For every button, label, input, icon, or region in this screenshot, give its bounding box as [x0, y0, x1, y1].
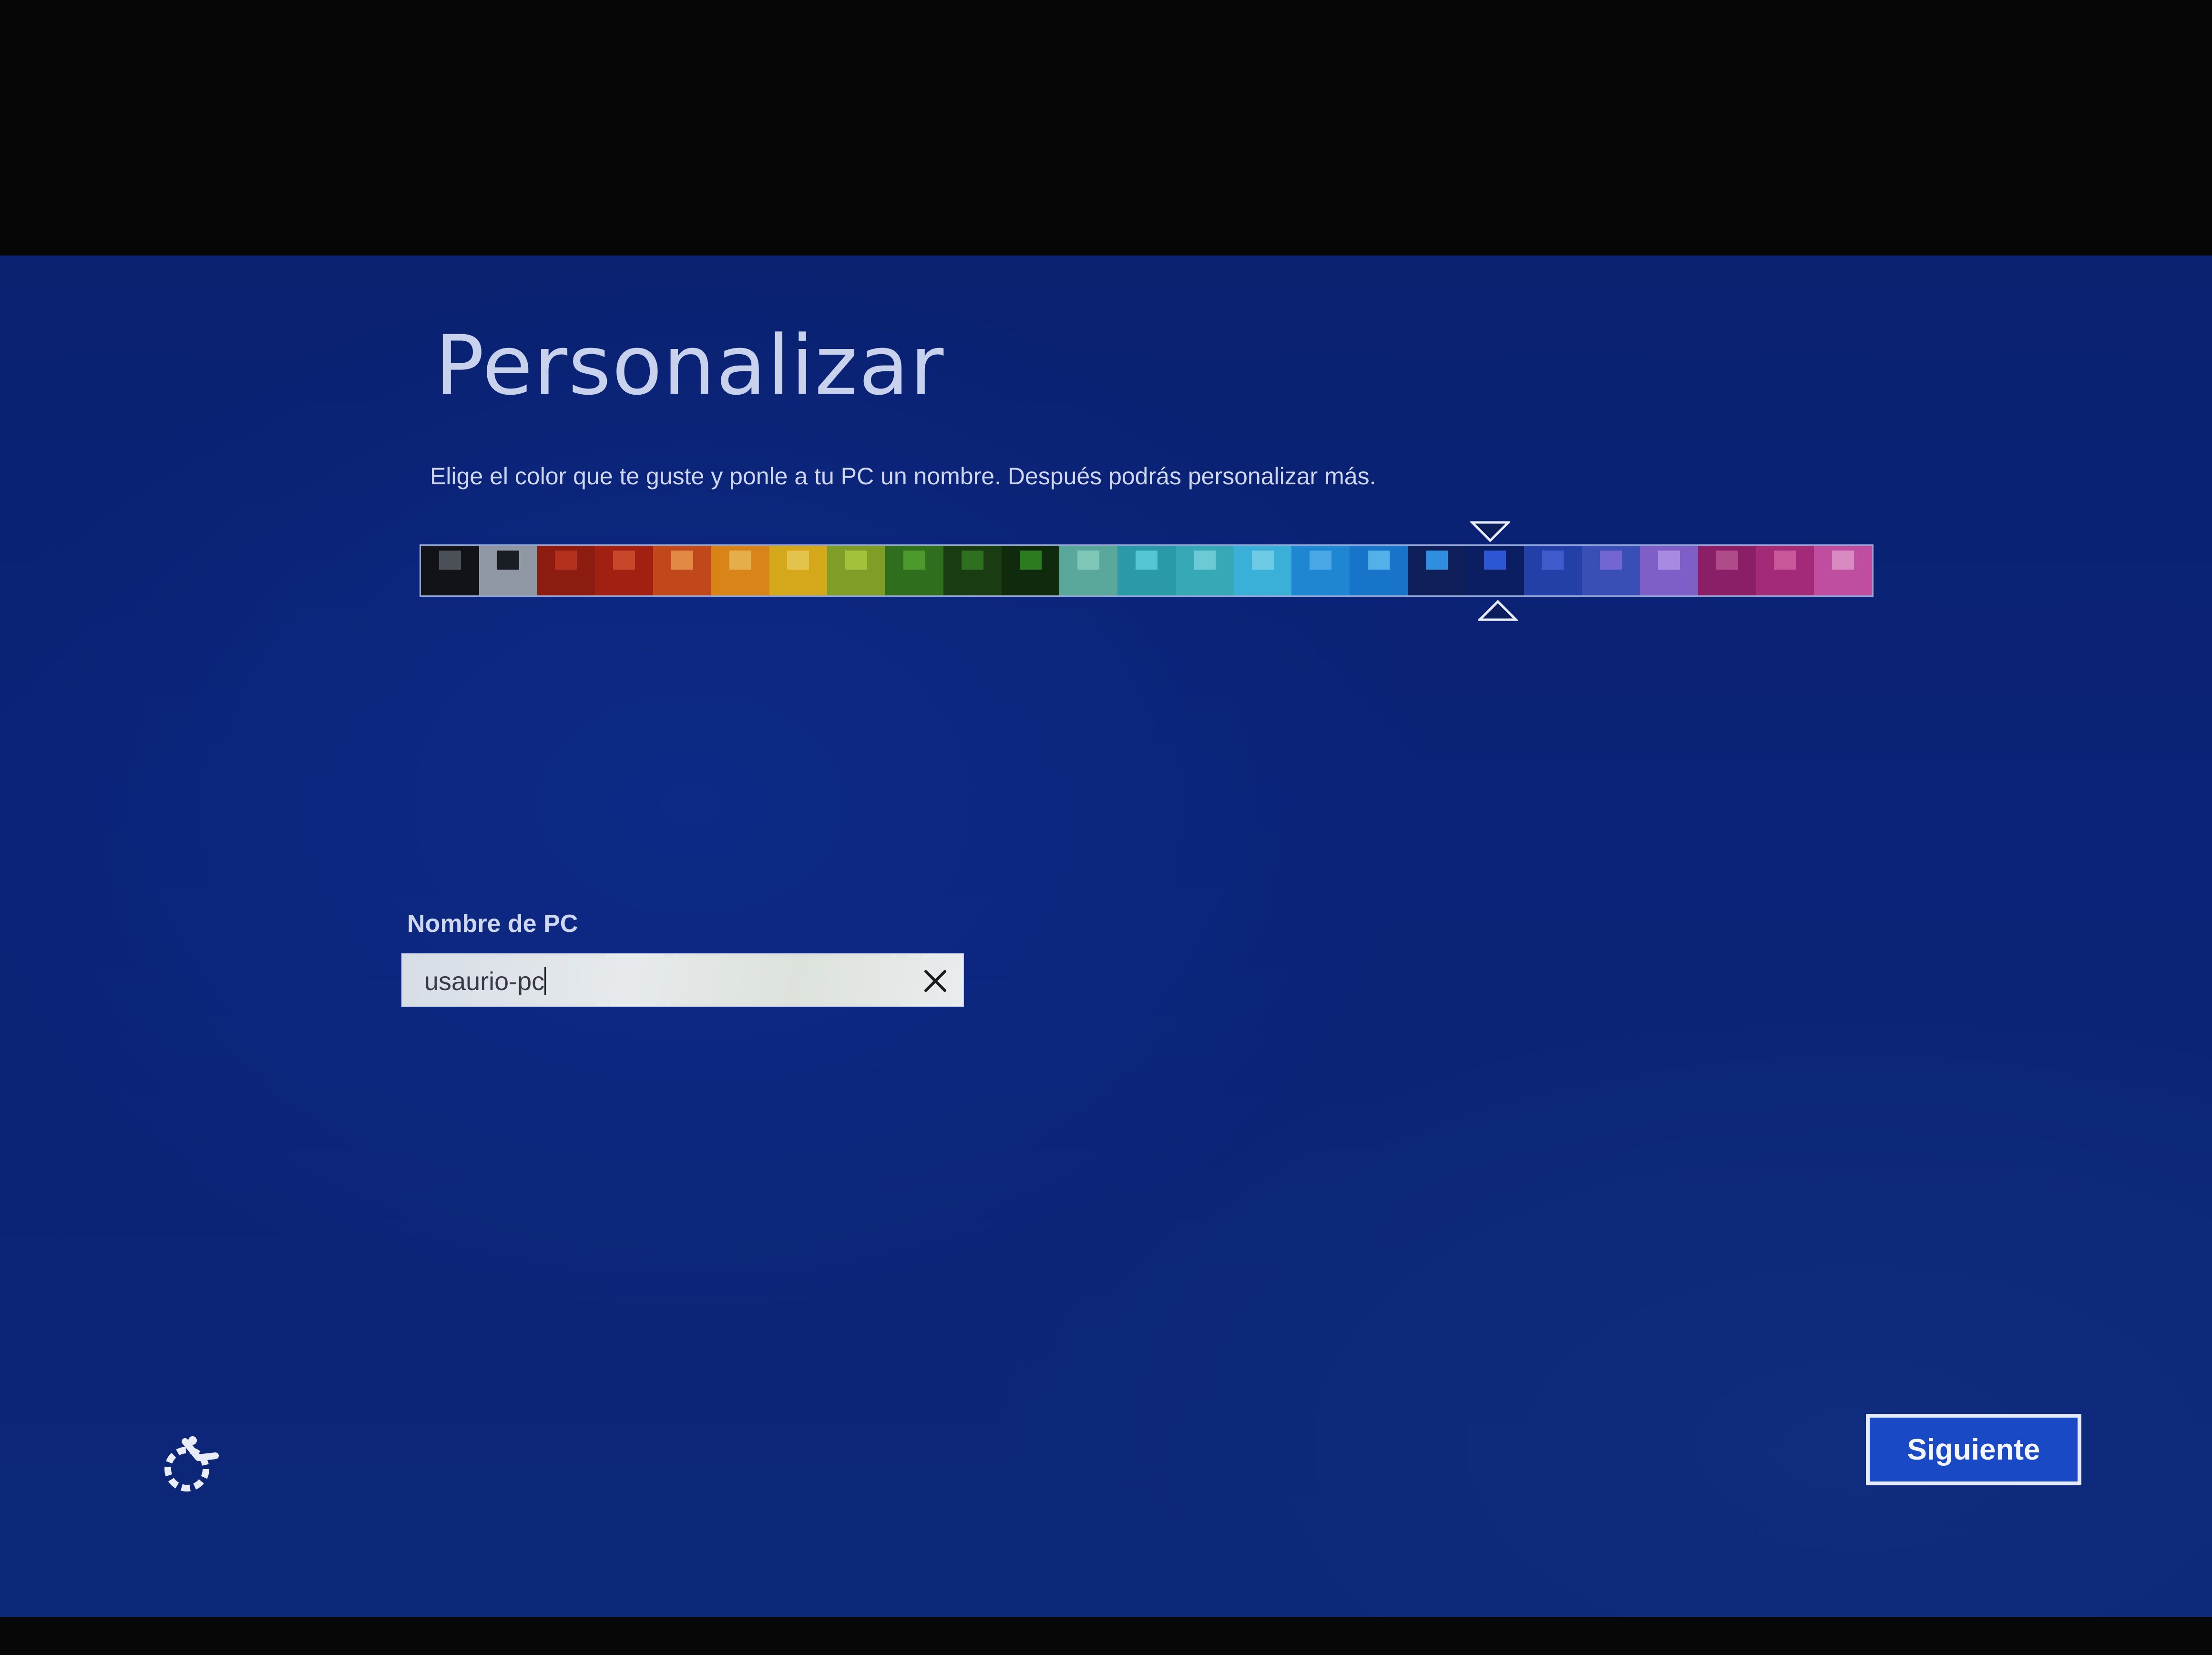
color-swatch[interactable] — [1175, 546, 1234, 595]
color-swatch-accent — [729, 551, 751, 570]
color-swatch[interactable] — [1698, 546, 1756, 595]
color-swatch[interactable] — [1408, 546, 1466, 595]
next-button[interactable]: Siguiente — [1866, 1414, 2081, 1485]
clear-input-close-icon[interactable] — [922, 968, 949, 994]
color-swatch[interactable] — [885, 546, 943, 595]
color-swatch[interactable] — [827, 546, 886, 595]
color-swatch[interactable] — [1640, 546, 1698, 595]
color-swatch-accent — [1774, 551, 1796, 570]
color-swatch-accent — [1077, 551, 1100, 570]
color-swatch-accent — [1484, 551, 1506, 570]
color-swatch-accent — [845, 551, 868, 570]
pc-name-value: usaurio-pc — [424, 967, 545, 996]
color-swatch-accent — [497, 551, 519, 570]
color-swatch-accent — [1658, 551, 1680, 570]
color-swatch[interactable] — [1814, 546, 1873, 595]
color-swatch-accent — [1425, 551, 1448, 570]
color-swatch[interactable] — [711, 546, 769, 595]
color-swatch[interactable] — [1291, 546, 1350, 595]
color-swatch[interactable] — [479, 546, 537, 595]
color-swatch-accent — [671, 551, 693, 570]
pc-name-input[interactable]: usaurio-pc — [401, 953, 964, 1007]
selected-color-marker-bottom-icon — [1478, 600, 1518, 621]
color-swatch[interactable] — [1233, 546, 1292, 595]
monitor-bezel-bottom — [0, 1617, 2212, 1655]
color-swatch[interactable] — [1465, 546, 1524, 595]
setup-screen: Personalizar Elige el color que te guste… — [0, 255, 2212, 1617]
color-swatch-accent — [1368, 551, 1390, 570]
color-swatch-accent — [439, 551, 461, 570]
color-swatch-accent — [1019, 551, 1042, 570]
color-swatch[interactable] — [537, 546, 595, 595]
text-caret — [544, 967, 546, 995]
pc-name-label: Nombre de PC — [407, 910, 578, 938]
color-swatch-accent — [613, 551, 635, 570]
color-swatch-accent — [787, 551, 809, 570]
color-swatch[interactable] — [1756, 546, 1814, 595]
page-subtitle: Elige el color que te guste y ponle a tu… — [430, 463, 1376, 490]
color-swatch-accent — [1193, 551, 1216, 570]
color-swatch[interactable] — [1582, 546, 1640, 595]
ease-of-access-icon[interactable] — [157, 1432, 224, 1499]
color-swatch[interactable] — [595, 546, 654, 595]
color-swatch-accent — [1136, 551, 1158, 570]
color-swatch[interactable] — [1524, 546, 1582, 595]
monitor-bezel-top — [0, 0, 2212, 255]
page-title: Personalizar — [435, 317, 945, 413]
color-swatch[interactable] — [653, 546, 711, 595]
selected-color-marker-top-icon — [1470, 521, 1510, 542]
color-swatch[interactable] — [421, 546, 479, 595]
color-palette — [420, 544, 1874, 597]
color-swatch[interactable] — [769, 546, 828, 595]
color-swatch-accent — [903, 551, 925, 570]
color-swatch-accent — [1832, 551, 1854, 570]
color-swatch[interactable] — [1350, 546, 1408, 595]
color-swatch-accent — [1251, 551, 1274, 570]
color-swatch-accent — [555, 551, 577, 570]
color-swatch[interactable] — [1059, 546, 1118, 595]
color-swatch-accent — [1600, 551, 1622, 570]
color-swatch-accent — [1716, 551, 1738, 570]
color-swatch-accent — [1542, 551, 1564, 570]
color-swatch-accent — [1310, 551, 1332, 570]
color-swatch[interactable] — [943, 546, 1002, 595]
color-swatch[interactable] — [1117, 546, 1176, 595]
color-swatch[interactable] — [1001, 546, 1060, 595]
color-swatch-accent — [961, 551, 983, 570]
